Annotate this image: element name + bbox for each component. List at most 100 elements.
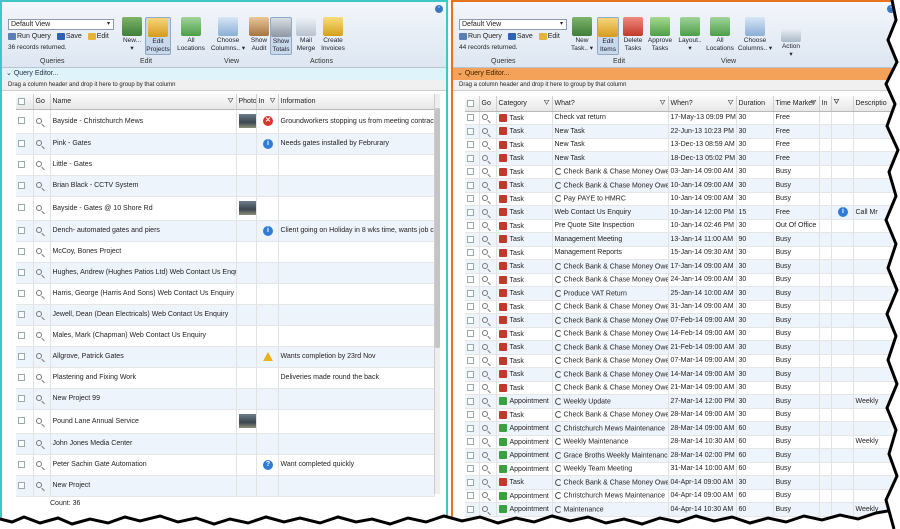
- magnifier-icon[interactable]: [481, 303, 488, 310]
- go-cell[interactable]: [33, 283, 51, 305]
- magnifier-icon[interactable]: [481, 127, 488, 134]
- checkbox[interactable]: [18, 373, 25, 381]
- go-cell[interactable]: [479, 327, 497, 341]
- checkbox[interactable]: [467, 303, 474, 311]
- go-cell[interactable]: [479, 111, 497, 125]
- table-row[interactable]: Task Check Bank & Chase Money Owed 07-Feb-…: [465, 313, 898, 328]
- choose-columns-button[interactable]: Choose Columns.. ▾: [737, 17, 773, 53]
- magnifier-icon[interactable]: [481, 411, 488, 418]
- action-button[interactable]: Action ▾: [779, 28, 803, 59]
- table-row[interactable]: Jewell, Dean (Dean Electricals) Web Cont…: [16, 304, 435, 326]
- row-checkbox[interactable]: [16, 196, 34, 221]
- table-row[interactable]: Pound Lane Annual Service: [16, 409, 435, 434]
- show-totals-button[interactable]: Show Totals: [270, 17, 292, 55]
- run-query-button[interactable]: Run Query: [8, 33, 51, 40]
- magnifier-icon[interactable]: [481, 141, 488, 148]
- checkbox[interactable]: [467, 181, 474, 189]
- photo-thumbnail[interactable]: [238, 114, 255, 128]
- row-checkbox[interactable]: [16, 367, 34, 389]
- magnifier-icon[interactable]: [481, 370, 488, 377]
- new-task-button[interactable]: New Task.. ▾: [569, 17, 595, 53]
- checkbox[interactable]: [467, 384, 474, 392]
- magnifier-icon[interactable]: [35, 417, 42, 424]
- all-locations-button[interactable]: All Locations: [705, 17, 735, 53]
- go-cell[interactable]: [479, 475, 497, 490]
- checkbox[interactable]: [467, 343, 474, 351]
- go-cell[interactable]: [33, 196, 51, 221]
- magnifier-icon[interactable]: [481, 438, 488, 445]
- table-row[interactable]: Peter Sachin Gate Automation? Want comple…: [16, 454, 435, 476]
- go-cell[interactable]: [479, 367, 497, 382]
- checkbox[interactable]: [467, 424, 474, 432]
- checkbox[interactable]: [467, 438, 474, 446]
- table-row[interactable]: Task Pay PAYE to HMRC 10-Jan-14 09:00 AM 30…: [465, 192, 898, 206]
- row-checkbox[interactable]: [465, 138, 480, 152]
- magnifier-icon[interactable]: [481, 451, 488, 458]
- magnifier-icon[interactable]: [35, 461, 42, 468]
- magnifier-icon[interactable]: [481, 505, 488, 512]
- go-cell[interactable]: [479, 259, 497, 274]
- checkbox[interactable]: [467, 99, 474, 107]
- select-all-checkbox[interactable]: [465, 96, 480, 112]
- table-row[interactable]: Task New Task 18-Dec-13 05:02 PM 30 Free: [465, 151, 898, 166]
- magnifier-icon[interactable]: [481, 276, 488, 283]
- row-checkbox[interactable]: [16, 283, 34, 305]
- row-checkbox[interactable]: [465, 435, 480, 449]
- checkbox[interactable]: [18, 417, 25, 425]
- magnifier-icon[interactable]: [35, 332, 42, 339]
- checkbox[interactable]: [18, 97, 25, 105]
- magnifier-icon[interactable]: [481, 181, 488, 188]
- table-row[interactable]: Task Management Reports 15-Jan-14 09:30 AM…: [465, 246, 898, 260]
- checkbox[interactable]: [18, 460, 25, 468]
- magnifier-icon[interactable]: [35, 182, 42, 189]
- group-by-hint[interactable]: Drag a column header and drop it here to…: [2, 80, 446, 91]
- go-cell[interactable]: [33, 433, 51, 455]
- go-cell[interactable]: [479, 165, 497, 179]
- row-checkbox[interactable]: [465, 273, 480, 287]
- go-cell[interactable]: [479, 151, 497, 166]
- photo-thumbnail[interactable]: [238, 201, 255, 215]
- magnifier-icon[interactable]: [35, 290, 42, 297]
- go-cell[interactable]: [479, 462, 497, 476]
- table-row[interactable]: Bayside - Gates @ 10 Shore Rd: [16, 196, 435, 221]
- row-checkbox[interactable]: [465, 151, 480, 166]
- checkbox[interactable]: [467, 465, 474, 473]
- delete-tasks-button[interactable]: Delete Tasks: [621, 17, 645, 53]
- go-cell[interactable]: [479, 138, 497, 152]
- checkbox[interactable]: [18, 226, 25, 234]
- magnifier-icon[interactable]: [35, 227, 42, 234]
- magnifier-icon[interactable]: [35, 161, 42, 168]
- row-checkbox[interactable]: [465, 165, 480, 179]
- go-cell[interactable]: [479, 489, 497, 503]
- table-row[interactable]: Task Check Bank & Chase Money Owed 10-Jan-…: [465, 178, 898, 193]
- table-row[interactable]: Appointment Weekly Update 27-Mar-14 12:00 …: [465, 394, 898, 409]
- collapse-ribbon-icon[interactable]: ⌃: [887, 5, 895, 13]
- magnifier-icon[interactable]: [35, 269, 42, 276]
- column-header-time-marker[interactable]: Time Marker ⛛: [773, 96, 820, 112]
- all-locations-button[interactable]: All Locations: [176, 17, 206, 53]
- go-cell[interactable]: [479, 502, 497, 517]
- magnifier-icon[interactable]: [481, 154, 488, 161]
- checkbox[interactable]: [18, 268, 25, 276]
- row-checkbox[interactable]: [465, 354, 480, 368]
- checkbox[interactable]: [18, 439, 25, 447]
- filter-icon[interactable]: ⛛: [811, 100, 817, 108]
- table-row[interactable]: Hughes, Andrew (Hughes Patios Ltd) Web C…: [16, 262, 435, 284]
- row-checkbox[interactable]: [16, 133, 34, 155]
- view-select[interactable]: Default View ▾: [459, 19, 567, 30]
- go-cell[interactable]: [479, 394, 497, 409]
- table-row[interactable]: Appointment Maintenance 04-Apr-14 10:30 AM…: [465, 502, 898, 517]
- go-cell[interactable]: [33, 409, 51, 434]
- checkbox[interactable]: [467, 249, 474, 257]
- edit-button[interactable]: Edit: [538, 33, 560, 40]
- row-checkbox[interactable]: [465, 111, 480, 125]
- table-row[interactable]: Task New Task 13-Dec-13 08:59 AM 30 Free: [465, 138, 898, 152]
- table-row[interactable]: Appointment Christchurch Mews Maintenance…: [465, 489, 898, 503]
- go-cell[interactable]: [33, 241, 51, 263]
- row-checkbox[interactable]: [16, 454, 34, 476]
- filter-icon[interactable]: ⛛: [728, 100, 734, 108]
- checkbox[interactable]: [467, 492, 474, 500]
- edit-items-button[interactable]: Edit Items: [597, 17, 619, 55]
- collapse-ribbon-icon[interactable]: ⌃: [435, 5, 443, 13]
- magnifier-icon[interactable]: [481, 397, 488, 404]
